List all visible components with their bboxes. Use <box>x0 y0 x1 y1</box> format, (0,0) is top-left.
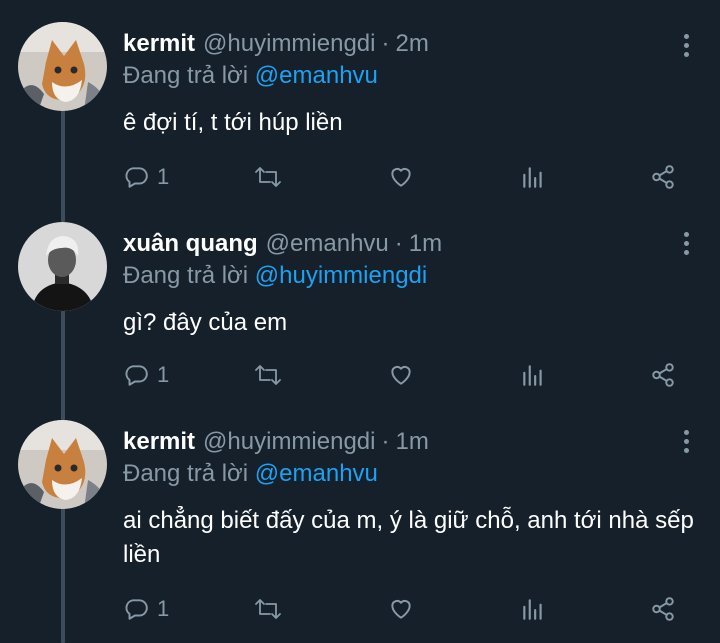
share-icon <box>652 597 674 621</box>
like-icon <box>391 365 411 385</box>
like-button[interactable] <box>387 596 415 622</box>
more-options-icon[interactable] <box>682 34 690 57</box>
analytics-icon <box>523 599 542 620</box>
reply-count: 1 <box>157 362 170 387</box>
retweet-button[interactable] <box>254 596 282 622</box>
replying-label: Đang trả lời <box>123 262 249 289</box>
share-button[interactable] <box>649 164 677 190</box>
analytics-icon <box>523 365 542 386</box>
action-bar: 1 <box>123 596 683 626</box>
tweet[interactable]: kermit @huyimmiengdi · 2m Đang trả lời @… <box>0 0 720 200</box>
analytics-icon <box>523 167 542 188</box>
cat-avatar-image <box>18 420 107 509</box>
timestamp[interactable]: 2m <box>395 30 428 58</box>
cat-avatar-image <box>18 22 107 111</box>
person-avatar-image <box>18 222 107 311</box>
reply-count: 1 <box>157 596 170 621</box>
retweet-icon <box>255 599 281 619</box>
like-button[interactable] <box>387 362 415 388</box>
analytics-button[interactable] <box>520 164 546 190</box>
separator: · <box>381 30 390 57</box>
like-button[interactable] <box>387 164 415 190</box>
mention-link[interactable]: @emanhvu <box>255 460 378 487</box>
like-icon <box>391 599 411 619</box>
avatar[interactable] <box>18 22 107 111</box>
mention-link[interactable]: @huyimmiengdi <box>255 262 427 289</box>
handle[interactable]: @emanhvu <box>266 230 389 258</box>
display-name[interactable]: kermit <box>123 30 195 58</box>
retweet-icon <box>255 167 281 187</box>
separator: · <box>381 428 390 455</box>
more-options-icon[interactable] <box>682 430 690 453</box>
share-button[interactable] <box>649 362 677 388</box>
replying-to: Đang trả lời @huyimmiengdi <box>123 262 700 292</box>
tweet[interactable]: xuân quang @emanhvu · 1m Đang trả lời @h… <box>0 200 720 400</box>
tweet-header: kermit @huyimmiengdi · 1m <box>123 428 700 458</box>
action-bar: 1 <box>123 362 683 392</box>
avatar[interactable] <box>18 420 107 509</box>
reply-count: 1 <box>157 164 170 189</box>
timestamp[interactable]: 1m <box>409 230 442 258</box>
retweet-button[interactable] <box>254 362 282 388</box>
action-bar: 1 <box>123 164 683 194</box>
replying-label: Đang trả lời <box>123 62 249 89</box>
reply-icon <box>125 365 148 386</box>
tweet-header: kermit @huyimmiengdi · 2m <box>123 30 700 60</box>
analytics-button[interactable] <box>520 362 546 388</box>
more-options-icon[interactable] <box>682 232 690 255</box>
reply-button[interactable]: 1 <box>123 362 169 388</box>
reply-icon <box>125 167 148 188</box>
handle[interactable]: @huyimmiengdi <box>203 30 375 58</box>
display-name[interactable]: kermit <box>123 428 195 456</box>
share-icon <box>652 165 674 189</box>
reply-button[interactable]: 1 <box>123 596 169 622</box>
tweet[interactable]: kermit @huyimmiengdi · 1m Đang trả lời @… <box>0 398 720 643</box>
share-icon <box>652 363 674 387</box>
tweet-header: xuân quang @emanhvu · 1m <box>123 230 700 260</box>
timestamp[interactable]: 1m <box>395 428 428 456</box>
share-button[interactable] <box>649 596 677 622</box>
reply-button[interactable]: 1 <box>123 164 169 190</box>
replying-label: Đang trả lời <box>123 460 249 487</box>
like-icon <box>391 167 411 187</box>
tweet-text: ai chẳng biết đấy của m, ý là giữ chỗ, a… <box>123 507 694 568</box>
tweet-text: gì? đây của em <box>123 309 288 336</box>
replying-to: Đang trả lời @emanhvu <box>123 460 700 490</box>
display-name[interactable]: xuân quang <box>123 230 258 258</box>
replying-to: Đang trả lời @emanhvu <box>123 62 700 92</box>
reply-icon <box>125 599 148 620</box>
retweet-icon <box>255 365 281 385</box>
avatar[interactable] <box>18 222 107 311</box>
analytics-button[interactable] <box>520 596 546 622</box>
mention-link[interactable]: @emanhvu <box>255 62 378 89</box>
separator: · <box>394 230 403 257</box>
tweet-text: ê đợi tí, t tới húp liền <box>123 109 343 136</box>
retweet-button[interactable] <box>254 164 282 190</box>
handle[interactable]: @huyimmiengdi <box>203 428 375 456</box>
